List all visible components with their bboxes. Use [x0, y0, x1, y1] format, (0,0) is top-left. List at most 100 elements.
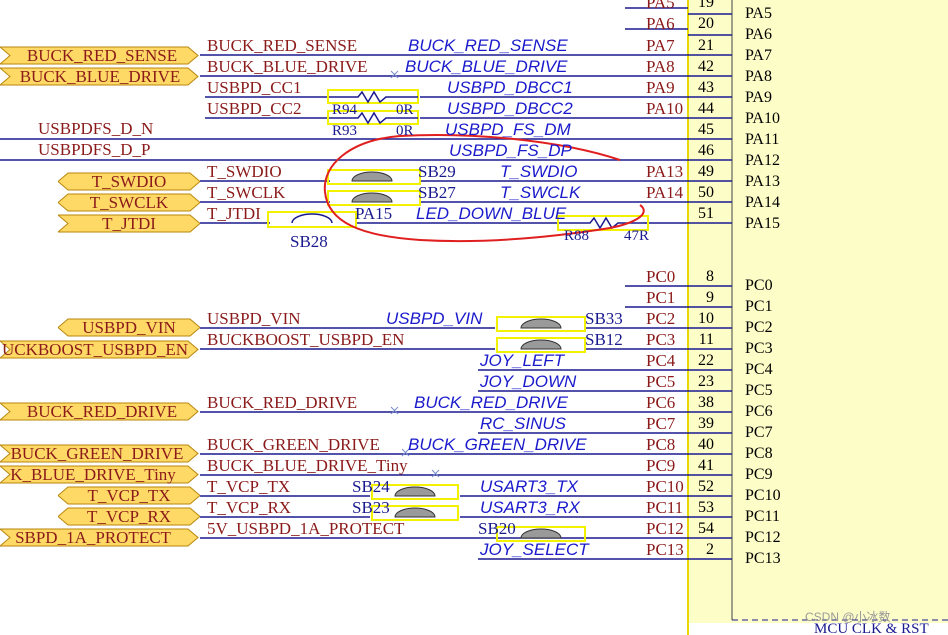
- ref-r93: R93: [332, 123, 358, 139]
- pin-net: PA13: [646, 162, 684, 181]
- ref-sb29: SB29: [418, 162, 456, 181]
- pin-number: 20: [698, 15, 714, 32]
- net-label: RC_SINUS: [480, 414, 566, 433]
- ref-sb28: SB28: [290, 232, 328, 251]
- solder-bridge-sb29: [327, 169, 421, 185]
- ic-pin: PC10: [745, 487, 781, 504]
- net-label: T_SWDIO: [500, 162, 578, 181]
- wire-label: 5V_USBPD_1A_PROTECT: [207, 519, 405, 538]
- pin-net: PA8: [646, 57, 675, 76]
- ic-pin: PC1: [745, 298, 773, 315]
- pin-net: PC11: [646, 498, 684, 517]
- ic-pin: PC9: [745, 466, 773, 483]
- pin-number: 21: [698, 37, 714, 54]
- pin-net: PC7: [646, 414, 676, 433]
- pin-number: 49: [698, 163, 714, 180]
- pin-number: 45: [698, 121, 714, 138]
- ic-pin: PC12: [745, 529, 781, 546]
- port-label: SBPD_1A_PROTECT: [15, 528, 171, 547]
- pin-number: 43: [698, 79, 714, 96]
- ic-pin: PA6: [745, 26, 772, 43]
- port-label: T_SWDIO: [91, 172, 167, 191]
- pin-number: 52: [698, 478, 714, 495]
- pin-number: 40: [698, 436, 714, 453]
- wire-label: T_SWCLK: [207, 183, 286, 202]
- port-usbpd-vin: USBPD_VIN: [58, 318, 200, 337]
- pin-net: PC1: [646, 288, 676, 307]
- pin-net: PA14: [646, 183, 684, 202]
- pin-net: PC3: [646, 330, 676, 349]
- pin-net: PA7: [646, 36, 675, 55]
- net-label: USBPD_DBCC2: [447, 99, 573, 118]
- net-label: BUCK_RED_DRIVE: [414, 393, 568, 412]
- pin-number: 11: [698, 331, 714, 348]
- pin-number: 44: [698, 100, 714, 117]
- ic-pin: PA5: [745, 5, 772, 22]
- pin-number: 10: [698, 310, 714, 327]
- solder-bridge-sb28: [267, 211, 357, 228]
- value-r88: 47R: [624, 228, 650, 244]
- ref-r94: R94: [332, 102, 358, 118]
- pin-number: 42: [698, 58, 714, 75]
- ic-pin: PC2: [745, 319, 773, 336]
- watermark: CSDN @小冰数: [805, 610, 891, 624]
- ic-pin: PA10: [745, 110, 780, 127]
- ic-pin: PC7: [745, 424, 773, 441]
- solder-bridge-sb27: [327, 190, 421, 206]
- ic-pin: PC6: [745, 403, 773, 420]
- net-label: USBPD_VIN: [386, 309, 483, 328]
- port-buck-green-drive: BUCK_GREEN_DRIVE: [0, 444, 200, 463]
- wire-label: T_JTDI: [207, 204, 261, 223]
- label-usbpdfs-d-n: USBPDFS_D_N: [38, 119, 154, 138]
- port-buck-blue-drive: BUCK_BLUE_DRIVE: [0, 67, 200, 86]
- ic-pin: PC0: [745, 277, 773, 294]
- ref-sb24: SB24: [352, 477, 390, 496]
- ic-pin: PC3: [745, 340, 773, 357]
- port-buckboost-usbpd-en: UCKBOOST_USBPD_EN: [0, 340, 200, 359]
- port-t-swclk: T_SWCLK: [58, 193, 200, 212]
- net-label: T_SWCLK: [500, 183, 581, 202]
- ic-pin: PA13: [745, 173, 780, 190]
- pin-net: PA9: [646, 78, 675, 97]
- ref-sb27: SB27: [418, 183, 456, 202]
- pin-net: PC0: [646, 267, 676, 286]
- port-label: K_BLUE_DRIVE_Tiny: [10, 465, 176, 484]
- port-label: T_VCP_TX: [87, 486, 171, 505]
- ic-pin: PA9: [745, 89, 772, 106]
- pin-number: 46: [698, 142, 714, 159]
- port-label: BUCK_RED_SENSE: [26, 46, 178, 65]
- port-label: T_VCP_RX: [86, 507, 172, 526]
- ic-pin: PC5: [745, 382, 773, 399]
- pin-number: 9: [706, 289, 714, 306]
- pin-number: 50: [698, 184, 714, 201]
- label-usbpdfs-d-p: USBPDFS_D_P: [38, 140, 151, 159]
- pin-net: PA6: [646, 14, 675, 33]
- port-t-vcp-rx: T_VCP_RX: [58, 507, 200, 526]
- schematic-canvas: BUCK_RED_SENSE BUCK_BLUE_DRIVE T_SWDIO T…: [0, 0, 948, 635]
- wire-label: BUCK_RED_SENSE: [207, 36, 358, 55]
- pin-net: PC10: [646, 477, 684, 496]
- wire-label: USBPD_VIN: [207, 309, 301, 328]
- pin-number: 8: [706, 268, 714, 285]
- net-label: USART3_TX: [480, 477, 578, 496]
- port-t-jtdi: T_JTDI: [58, 214, 200, 233]
- pin-net: PC4: [646, 351, 676, 370]
- pin-net: PC8: [646, 435, 676, 454]
- net-label: USART3_RX: [480, 498, 580, 517]
- ref-sb33: SB33: [585, 309, 623, 328]
- pin-number: 54: [698, 520, 714, 537]
- wire-label: BUCKBOOST_USBPD_EN: [207, 330, 405, 349]
- wire-label: USBPD_CC2: [207, 99, 302, 118]
- ic-pin: PA7: [745, 47, 772, 64]
- ic-pin: PC13: [745, 550, 781, 567]
- wire-label: T_VCP_RX: [207, 498, 292, 517]
- port-label: BUCK_RED_DRIVE: [26, 402, 178, 421]
- pin-number: 2: [706, 541, 714, 558]
- wire-label: BUCK_BLUE_DRIVE_Tiny: [207, 456, 408, 475]
- ic-pin: PA11: [745, 131, 780, 148]
- wire-label: USBPD_CC1: [207, 78, 302, 97]
- wire-label: T_SWDIO: [207, 162, 282, 181]
- net-label: JOY_LEFT: [480, 351, 565, 370]
- port-label: BUCK_GREEN_DRIVE: [10, 444, 184, 463]
- port-label: UCKBOOST_USBPD_EN: [1, 340, 189, 359]
